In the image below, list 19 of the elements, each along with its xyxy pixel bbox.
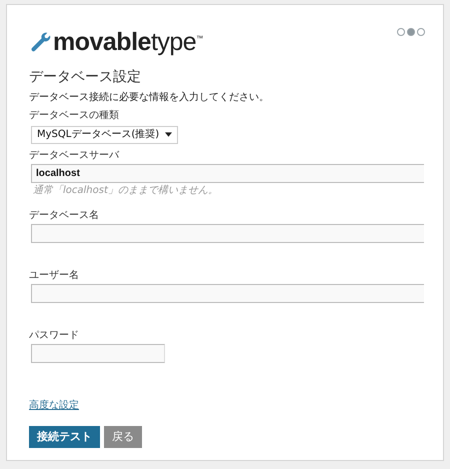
back-button[interactable]: 戻る (104, 426, 142, 448)
connection-test-button[interactable]: 接続テスト (29, 426, 100, 448)
field-label: パスワード (29, 330, 80, 342)
database-type-select[interactable]: MySQLデータベース(推奨) (31, 126, 178, 144)
input-field[interactable] (31, 224, 424, 243)
input-field[interactable] (31, 284, 424, 303)
input-field[interactable]: localhost (31, 164, 424, 183)
advanced-settings-link[interactable]: 高度な設定 (29, 398, 79, 412)
caret-icon (165, 132, 172, 138)
hint-text: 通常「localhost」のままで構いません。 (33, 184, 219, 197)
input-field[interactable] (31, 344, 165, 363)
intro-text: データベース接続に必要な情報を入力してください。 (29, 92, 270, 104)
page-title: データベース設定 (29, 69, 142, 86)
field-label: ユーザー名 (29, 270, 80, 282)
field-label: データベース名 (29, 210, 100, 222)
wrench-icon (29, 31, 51, 53)
field-label: データベースサーバ (29, 150, 120, 162)
logo: movabletype$^{™}$ (53, 27, 203, 57)
field-label: データベースの種類 (29, 110, 120, 122)
